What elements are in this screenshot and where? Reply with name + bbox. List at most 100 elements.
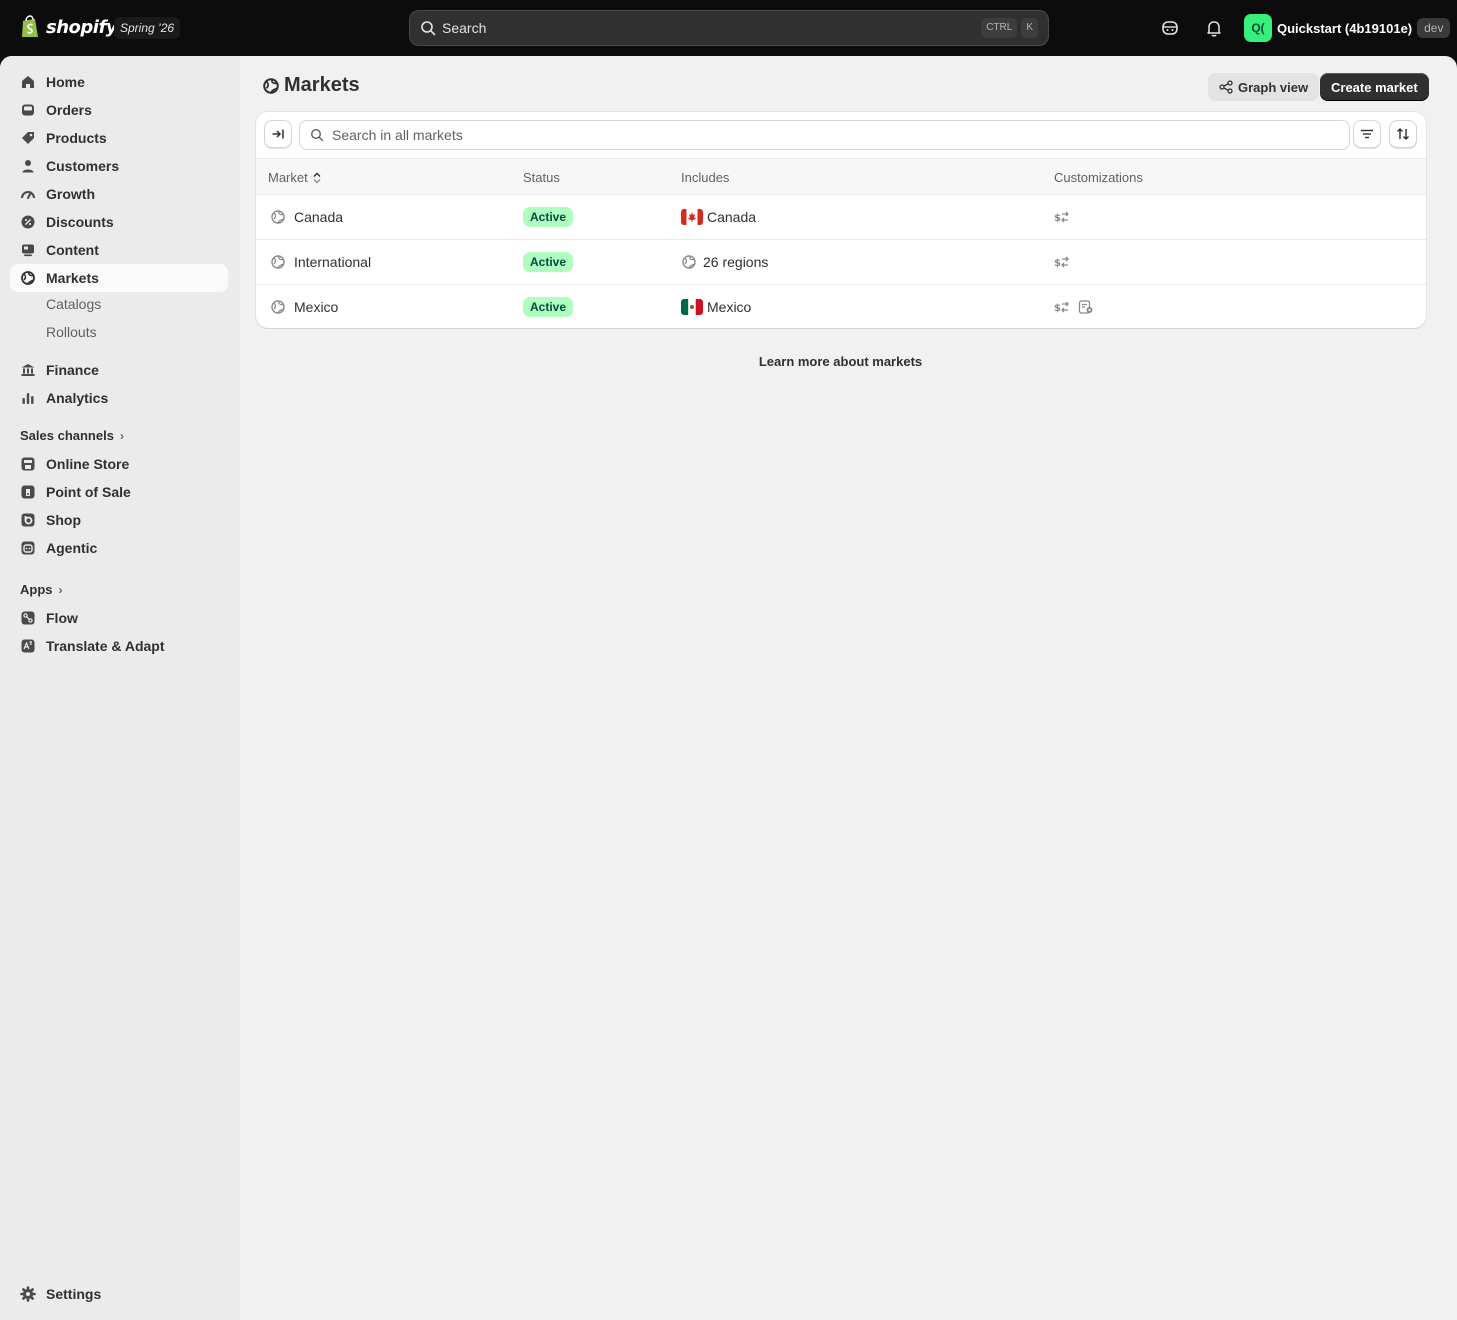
sidebar-item-products[interactable]: Products bbox=[10, 124, 228, 152]
sidebar-item-label: Point of Sale bbox=[46, 484, 131, 500]
sidebar-item-label: Markets bbox=[46, 270, 99, 286]
market-cell: Mexico bbox=[270, 285, 338, 328]
status-cell: Active bbox=[523, 285, 574, 328]
create-market-button[interactable]: Create market bbox=[1320, 73, 1429, 101]
sort-arrows-icon bbox=[313, 172, 321, 183]
sidebar-item-finance[interactable]: Finance bbox=[10, 356, 228, 384]
store-name: Quickstart (4b19101e) bbox=[1277, 20, 1413, 36]
sidebar-item-label: Translate & Adapt bbox=[46, 638, 165, 654]
sidebar-item-point-of-sale[interactable]: Point of Sale bbox=[10, 478, 228, 506]
market-search-field[interactable] bbox=[299, 120, 1350, 150]
edition-badge[interactable]: Spring ’26 bbox=[114, 17, 181, 39]
market-name: International bbox=[294, 254, 372, 270]
includes-cell: Canada bbox=[681, 195, 756, 239]
sidebar-item-orders[interactable]: Orders bbox=[10, 96, 228, 124]
sidebar-item-label: Products bbox=[46, 130, 107, 146]
column-header-includes: Includes bbox=[681, 170, 730, 185]
sidebar-item-label: Online Store bbox=[46, 456, 130, 472]
app-frame: Home Orders Products Customers Growth Di… bbox=[0, 56, 1457, 1320]
column-header-market[interactable]: Market bbox=[268, 170, 322, 185]
sidebar-item-label: Orders bbox=[46, 102, 92, 118]
global-search[interactable]: Search CTRL K bbox=[409, 10, 1049, 46]
sales-channels-header[interactable]: Sales channels › bbox=[20, 428, 124, 443]
table-row[interactable]: Canada Active Canada $ bbox=[256, 195, 1426, 240]
apps-label: Apps bbox=[20, 582, 53, 597]
market-name: Mexico bbox=[294, 299, 339, 315]
sidebar-item-label: Agentic bbox=[46, 540, 98, 556]
table-row[interactable]: International Active 26 regions $ bbox=[256, 240, 1426, 285]
content-icon bbox=[22, 244, 34, 257]
learn-more-link[interactable]: Learn more about markets bbox=[240, 354, 1441, 369]
store-avatar: Q( bbox=[1244, 14, 1272, 42]
sidebar-item-translate-adapt[interactable]: Translate & Adapt bbox=[10, 632, 228, 660]
sidebar-item-label: Finance bbox=[46, 362, 99, 378]
sidebar-item-markets[interactable]: Markets bbox=[10, 264, 228, 292]
shortcut-ctrl: CTRL bbox=[981, 18, 1018, 38]
sidekick-icon[interactable] bbox=[1160, 18, 1180, 38]
sidebar-item-label: Growth bbox=[46, 186, 95, 202]
status-cell: Active bbox=[523, 240, 574, 284]
catalog-icon bbox=[1078, 300, 1093, 314]
sidebar-subitem-catalogs[interactable]: Catalogs bbox=[46, 296, 101, 316]
status-badge: Active bbox=[523, 252, 574, 272]
sidebar-item-discounts[interactable]: Discounts bbox=[10, 208, 228, 236]
tag-icon bbox=[22, 132, 34, 144]
graph-view-button[interactable]: Graph view bbox=[1208, 73, 1320, 101]
globe-icon bbox=[263, 77, 279, 94]
collapse-sidebar-button[interactable] bbox=[264, 120, 292, 148]
customizations-cell: $ bbox=[1054, 240, 1070, 284]
sidebar-item-label: Customers bbox=[46, 158, 120, 174]
sidebar-item-online-store[interactable]: Online Store bbox=[10, 450, 228, 478]
filter-button[interactable] bbox=[1353, 120, 1381, 148]
search-icon bbox=[310, 128, 324, 142]
sidebar-item-flow[interactable]: Flow bbox=[10, 604, 228, 632]
customizations-cell: $ bbox=[1054, 195, 1070, 239]
graph-icon bbox=[1219, 80, 1233, 94]
svg-text:$: $ bbox=[1054, 213, 1061, 224]
sidebar-item-growth[interactable]: Growth bbox=[10, 180, 228, 208]
gear-icon bbox=[20, 1286, 36, 1302]
includes-cell: Mexico bbox=[681, 285, 751, 328]
includes-cell: 26 regions bbox=[681, 240, 768, 284]
sidebar-item-shop[interactable]: Shop bbox=[10, 506, 228, 534]
table-row[interactable]: Mexico Active Mexico $ bbox=[256, 285, 1426, 328]
sidebar-item-agentic[interactable]: Agentic bbox=[10, 534, 228, 562]
globe-icon bbox=[271, 210, 285, 224]
status-cell: Active bbox=[523, 195, 574, 239]
canada-flag-icon bbox=[681, 209, 703, 225]
column-header-status: Status bbox=[523, 170, 560, 185]
shopify-bag-icon bbox=[22, 15, 38, 37]
inbox-icon bbox=[22, 104, 34, 116]
sidebar-item-settings[interactable]: Settings bbox=[10, 1280, 228, 1308]
sidebar-item-content[interactable]: Content bbox=[10, 236, 228, 264]
includes-text: Canada bbox=[707, 209, 757, 225]
apps-header[interactable]: Apps › bbox=[20, 582, 63, 597]
sidebar-item-label: Shop bbox=[46, 512, 81, 528]
sidebar-subitem-rollouts[interactable]: Rollouts bbox=[46, 324, 97, 344]
market-search-input[interactable] bbox=[332, 127, 1349, 143]
main-content: Markets Graph view Create market Search … bbox=[240, 56, 1457, 1320]
sidebar-item-label: Analytics bbox=[46, 390, 109, 406]
filter-icon bbox=[1361, 129, 1373, 139]
includes-text: Mexico bbox=[707, 299, 752, 315]
home-icon bbox=[22, 76, 34, 88]
sidebar-item-customers[interactable]: Customers bbox=[10, 152, 228, 180]
store-menu[interactable]: Q( Quickstart (4b19101e) dev bbox=[1244, 14, 1451, 42]
page-title-text: Markets bbox=[284, 74, 360, 96]
currency-icon: $ bbox=[1054, 256, 1069, 269]
arrow-right-to-line-icon bbox=[272, 129, 284, 139]
table-toolbar bbox=[256, 112, 1426, 158]
person-icon bbox=[22, 160, 34, 173]
sidebar-item-home[interactable]: Home bbox=[10, 68, 228, 96]
graph-view-label: Graph view bbox=[1238, 79, 1309, 95]
sort-icon bbox=[1397, 128, 1409, 140]
sidebar-item-analytics[interactable]: Analytics bbox=[10, 384, 228, 412]
shopify-logo[interactable]: shopify bbox=[20, 15, 118, 39]
table-header: Market Status Includes Customizations bbox=[256, 158, 1426, 195]
dev-badge: dev bbox=[1417, 18, 1451, 38]
sidebar: Home Orders Products Customers Growth Di… bbox=[0, 56, 240, 1320]
sales-channels-label: Sales channels bbox=[20, 428, 114, 443]
sort-button[interactable] bbox=[1389, 120, 1417, 148]
bell-icon[interactable] bbox=[1204, 18, 1224, 38]
sidebar-item-label: Discounts bbox=[46, 214, 114, 230]
